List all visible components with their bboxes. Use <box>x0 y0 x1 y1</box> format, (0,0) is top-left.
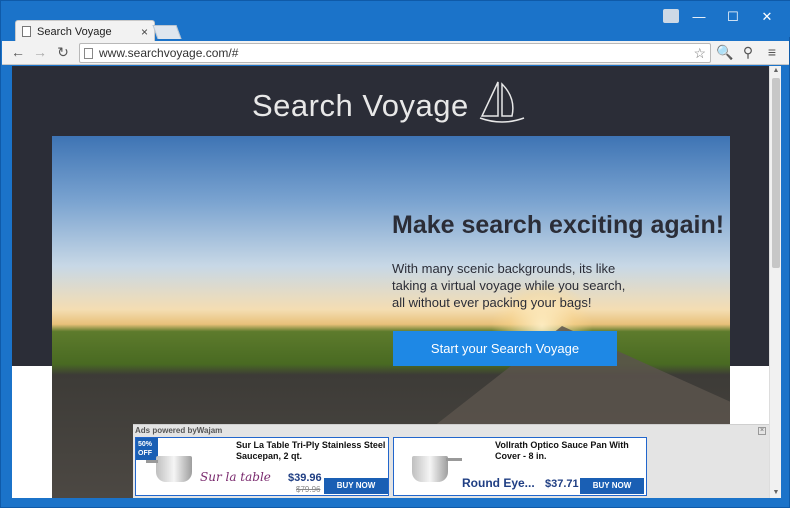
page-icon <box>22 26 31 37</box>
logo-text: Search Voyage <box>252 88 469 123</box>
pan-handle <box>446 458 462 461</box>
new-tab-button[interactable] <box>152 25 182 39</box>
ad-price: $39.96 <box>288 472 322 484</box>
back-arrow-icon[interactable]: ← <box>10 44 26 60</box>
scroll-down-arrow[interactable]: ▼ <box>770 488 782 498</box>
buy-now-button[interactable]: BUY NOW <box>580 478 644 494</box>
saucepan-image <box>156 456 192 482</box>
close-window-button[interactable]: ✕ <box>752 9 782 25</box>
start-search-voyage-button[interactable]: Start your Search Voyage <box>393 331 617 366</box>
reload-icon[interactable]: ↻ <box>55 44 71 60</box>
description: With many scenic backgrounds, its like t… <box>392 261 626 310</box>
tab-strip: Search Voyage × — ☐ ✕ <box>1 1 790 42</box>
vertical-scrollbar[interactable]: ▲ ▼ <box>769 66 781 498</box>
ad-price: $37.71 <box>545 478 579 490</box>
browser-toolbar: ← → ↻ www.searchvoyage.com/# ☆ 🔍 ⚲ ≡ <box>2 41 789 65</box>
brand-logo: Sur la table <box>200 470 271 484</box>
address-bar[interactable]: www.searchvoyage.com/# ☆ <box>79 43 711 63</box>
page-viewport: Search Voyage Make search exciting again… <box>12 66 769 498</box>
discount-badge: 50% OFF <box>136 438 158 460</box>
url-text: www.searchvoyage.com/# <box>99 46 239 60</box>
ad-old-price: $79.96 <box>296 485 321 494</box>
pan-handle <box>146 460 158 463</box>
tab-close-icon[interactable]: × <box>141 25 148 39</box>
minimize-button[interactable]: — <box>684 9 714 24</box>
ad-title[interactable]: Sur La Table Tri-Ply Stainless Steel Sau… <box>236 440 386 462</box>
site-logo: Search Voyage <box>252 80 526 124</box>
ads-label: Ads powered byWajam <box>135 426 223 435</box>
headline: Make search exciting again! <box>392 211 725 239</box>
saucepan-image <box>412 456 448 482</box>
sailboat-icon <box>479 81 525 123</box>
brand-name: Round Eye... <box>462 476 535 490</box>
menu-icon[interactable]: ≡ <box>764 44 780 60</box>
scrollbar-thumb[interactable] <box>772 78 780 268</box>
ad-title[interactable]: Vollrath Optico Sauce Pan With Cover - 8… <box>495 440 645 462</box>
tab-title: Search Voyage <box>37 25 112 38</box>
tab-search-voyage[interactable]: Search Voyage × <box>15 20 155 42</box>
ad-close-icon[interactable]: × <box>758 427 766 435</box>
buy-now-button[interactable]: BUY NOW <box>324 478 388 494</box>
bookmark-star-icon[interactable]: ☆ <box>693 45 706 62</box>
search-icon[interactable]: ⚲ <box>740 44 756 60</box>
page-icon <box>84 47 93 59</box>
browser-window: Search Voyage × — ☐ ✕ ← → ↻ www.searchvo… <box>0 0 790 508</box>
user-profile-icon[interactable] <box>663 9 679 23</box>
maximize-button[interactable]: ☐ <box>718 9 748 25</box>
scroll-up-arrow[interactable]: ▲ <box>770 66 782 76</box>
ad-item[interactable]: Vollrath Optico Sauce Pan With Cover - 8… <box>393 437 647 496</box>
zoom-icon[interactable]: 🔍 <box>716 44 733 60</box>
ad-item[interactable]: 50% OFF Sur La Table Tri-Ply Stainless S… <box>135 437 389 496</box>
forward-arrow-icon[interactable]: → <box>32 44 48 60</box>
ad-bar: Ads powered byWajam × 50% OFF Sur La Tab… <box>133 424 769 498</box>
